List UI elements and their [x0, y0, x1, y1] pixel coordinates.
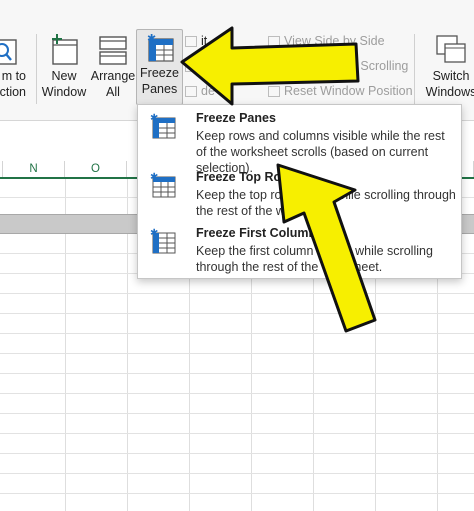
grid-line: [0, 473, 474, 474]
column-header-n[interactable]: N: [3, 161, 65, 177]
menu-item-title: Freeze Panes: [196, 111, 276, 125]
arrange-all-label-2: All: [106, 85, 120, 99]
view-ribbon: m to ction New Window Arrange All ✱ Free…: [0, 0, 474, 121]
hide-button[interactable]: e: [185, 59, 208, 73]
split-button[interactable]: it: [185, 34, 207, 48]
freeze-first-column-icon: ✱: [150, 228, 176, 254]
zoom-to-selection-icon: [0, 39, 17, 65]
split-icon: [185, 35, 197, 47]
synchronous-scrolling-label: Synchronous Scrolling: [284, 59, 409, 73]
arrange-all-button[interactable]: Arrange All: [90, 34, 136, 100]
menu-item-freeze-first-column[interactable]: ✱ Freeze First Column Keep the first col…: [138, 223, 461, 277]
grid-line: [0, 393, 474, 394]
ribbon-separator: [414, 34, 415, 104]
grid-line: [0, 493, 474, 494]
menu-item-description: Keep the first column visible while scro…: [196, 244, 433, 274]
arrange-all-label-1: Arrange: [90, 69, 136, 83]
new-window-icon: [52, 34, 78, 65]
menu-item-freeze-top-row[interactable]: ✱ Freeze Top Row Keep the top row visibl…: [138, 167, 461, 223]
grid-line: [0, 373, 474, 374]
arrange-all-icon: [99, 36, 127, 65]
grid-line: [0, 333, 474, 334]
freeze-panes-icon: ✱: [150, 113, 176, 139]
column-header-o[interactable]: O: [65, 161, 127, 177]
grid-line: [0, 293, 474, 294]
svg-text:✱: ✱: [150, 113, 158, 124]
freeze-panes-menu: ✱ Freeze Panes Keep rows and columns vis…: [137, 104, 462, 279]
freeze-panes-icon: ✱: [147, 33, 174, 62]
switch-windows-label-2: Windows: [425, 85, 474, 99]
new-window-label-2: Window: [41, 85, 87, 99]
synchronous-scrolling-button[interactable]: Synchronous Scrolling: [268, 59, 408, 73]
reset-window-position-label: Reset Window Position: [284, 84, 413, 98]
menu-item-description: Keep the top row visible while scrolling…: [196, 188, 456, 218]
svg-text:✱: ✱: [147, 33, 156, 45]
freeze-panes-label-1: Freeze: [140, 66, 179, 80]
hide-icon: [185, 60, 197, 72]
grid-line: [0, 353, 474, 354]
grid-line: [0, 313, 474, 314]
switch-windows-button[interactable]: Switch Windows: [421, 34, 474, 100]
view-side-by-side-button[interactable]: View Side by Side: [268, 34, 385, 48]
menu-item-title: Freeze Top Row: [196, 170, 291, 184]
grid-line: [0, 453, 474, 454]
view-side-by-side-icon: [268, 35, 280, 47]
view-side-by-side-label: View Side by Side: [284, 34, 385, 48]
zoom-to-selection-label-2: ction: [0, 85, 26, 99]
ribbon-separator: [36, 34, 37, 104]
svg-text:✱: ✱: [150, 228, 158, 239]
split-label: it: [201, 34, 208, 48]
grid-line: [0, 413, 474, 414]
reset-window-position-icon: [268, 85, 280, 97]
svg-text:✱: ✱: [150, 172, 158, 183]
grid-line: [0, 433, 474, 434]
new-window-button[interactable]: New Window: [41, 34, 87, 100]
freeze-panes-button[interactable]: ✱ Freeze Panes ⌄: [136, 29, 183, 112]
zoom-to-selection-label-1: m to: [1, 69, 26, 83]
freeze-top-row-icon: ✱: [150, 172, 176, 198]
unhide-icon: [185, 85, 197, 97]
hide-label: e: [201, 59, 208, 73]
switch-windows-label-1: Switch: [432, 69, 470, 83]
unhide-button[interactable]: de: [185, 84, 215, 98]
unhide-label: de: [201, 84, 215, 98]
menu-item-title: Freeze First Column: [196, 226, 317, 240]
menu-item-freeze-panes[interactable]: ✱ Freeze Panes Keep rows and columns vis…: [138, 108, 461, 175]
reset-window-position-button[interactable]: Reset Window Position: [268, 84, 413, 98]
synchronous-scrolling-icon: [268, 60, 280, 72]
new-window-label-1: New: [51, 69, 77, 83]
switch-windows-icon: [436, 35, 466, 63]
